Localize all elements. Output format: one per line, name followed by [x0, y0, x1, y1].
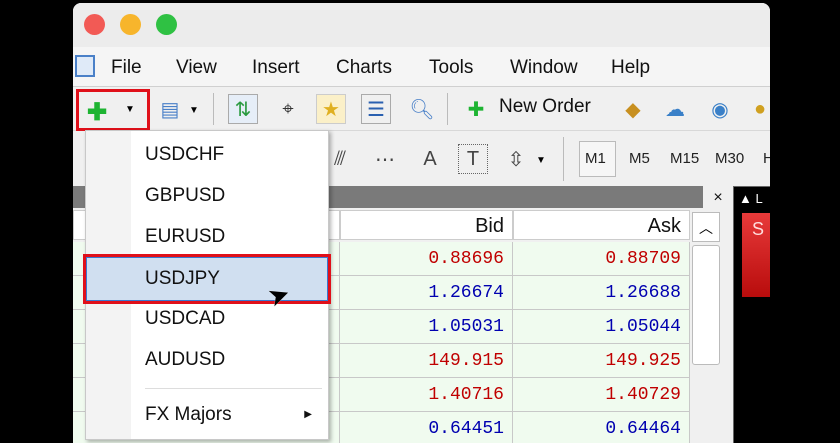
tf-h1[interactable]: H — [763, 150, 770, 167]
menu-item-usdchf[interactable]: USDCHF — [86, 134, 328, 175]
bid-cell: 1.40716 — [340, 378, 513, 412]
zoom-window-button[interactable] — [156, 14, 177, 35]
sell-button[interactable]: S — [742, 213, 770, 297]
bid-cell: 0.64451 — [340, 412, 513, 443]
chart-panel: ▲ L S — [733, 186, 770, 443]
new-chart-plus-icon: ✚ — [87, 99, 108, 126]
chevron-down-icon: ▼ — [189, 105, 199, 116]
sell-button-label: S — [752, 219, 765, 239]
market-watch-icon[interactable]: ⇅ — [228, 94, 258, 124]
menu-tools[interactable]: Tools — [429, 57, 473, 79]
navigator-icon[interactable]: ★ — [316, 94, 346, 124]
menu-item-gbpusd[interactable]: GBPUSD — [86, 175, 328, 216]
radio-icon[interactable]: ◉ — [705, 94, 735, 124]
bid-column-header[interactable]: Bid — [340, 210, 513, 240]
text-icon[interactable]: A — [415, 144, 445, 174]
close-window-button[interactable] — [84, 14, 105, 35]
scroll-up-button[interactable]: ︿ — [692, 212, 720, 242]
new-order-button[interactable]: New Order — [499, 96, 591, 118]
tf-m15[interactable]: M15 — [670, 150, 699, 167]
tf-m1[interactable]: M1 — [585, 150, 606, 167]
scrollbar[interactable]: ︿ — [692, 212, 720, 442]
ask-column-header[interactable]: Ask — [513, 210, 690, 240]
strategy-tester-icon[interactable]: 🔍︎ — [407, 94, 437, 124]
expert-advisors-icon[interactable]: ◆ — [618, 94, 648, 124]
menu-item-audusd[interactable]: AUDUSD — [86, 339, 328, 380]
new-chart-button[interactable]: ✚ ▼ — [76, 89, 150, 131]
terminal-icon[interactable]: ☰ — [361, 94, 391, 124]
submenu-arrow-icon: ▶ — [304, 409, 312, 420]
menu-item-eurusd[interactable]: EURUSD — [86, 216, 328, 257]
menu-bar: File View Insert Charts Tools Window Hel… — [73, 47, 770, 87]
menu-help[interactable]: Help — [611, 57, 650, 79]
menu-window[interactable]: Window — [510, 57, 578, 79]
new-order-icon: ✚ — [467, 98, 485, 121]
new-chart-dropdown: USDCHF GBPUSD EURUSD USDJPY USDCAD AUDUSD FX … — [83, 130, 331, 440]
text-label-icon[interactable]: T — [458, 144, 488, 174]
menu-insert[interactable]: Insert — [252, 57, 300, 79]
chart-title: ▲ L — [739, 191, 763, 206]
crosshair-icon[interactable]: ⌖ — [273, 94, 303, 124]
bid-cell: 0.88696 — [340, 242, 513, 276]
ask-cell: 1.05044 — [513, 310, 690, 344]
market-icon[interactable]: ● — [745, 94, 770, 124]
ask-cell: 1.26688 — [513, 276, 690, 310]
standard-toolbar: ✚ ▼ ▤ ▼ ⇅ ⌖ ★ ☰ 🔍︎ ✚ New Order ◆ ☁ ◉ ● — [73, 87, 770, 131]
ask-cell: 1.40729 — [513, 378, 690, 412]
menu-item-fx-majors[interactable]: FX Majors ▶ — [86, 394, 328, 435]
fibonacci-expansion-icon[interactable]: ⫻ — [325, 144, 355, 174]
close-icon[interactable]: × — [703, 186, 733, 210]
chart-label: L — [755, 191, 763, 206]
menu-item-usdjpy[interactable]: USDJPY — [83, 254, 331, 304]
arrows-icon[interactable]: ⇳ — [501, 144, 531, 174]
ask-cell: 0.64464 — [513, 412, 690, 443]
menu-charts[interactable]: Charts — [336, 57, 392, 79]
fx-majors-label: FX Majors — [145, 404, 232, 425]
menu-separator — [145, 388, 322, 389]
app-icon — [75, 55, 95, 77]
chevron-down-icon: ▼ — [125, 104, 135, 115]
scroll-thumb[interactable] — [692, 245, 720, 365]
bid-cell: 1.26674 — [340, 276, 513, 310]
tf-m5[interactable]: M5 — [629, 150, 650, 167]
ask-cell: 149.925 — [513, 344, 690, 378]
profiles-icon[interactable]: ▤ — [155, 94, 185, 124]
menu-file[interactable]: File — [111, 57, 142, 79]
minimize-window-button[interactable] — [120, 14, 141, 35]
menu-view[interactable]: View — [176, 57, 217, 79]
ask-cell: 0.88709 — [513, 242, 690, 276]
title-bar — [73, 3, 770, 47]
tf-m30[interactable]: M30 — [715, 150, 744, 167]
fibonacci-fan-icon[interactable]: ⋯ — [370, 144, 400, 174]
bid-cell: 1.05031 — [340, 310, 513, 344]
bid-cell: 149.915 — [340, 344, 513, 378]
signals-icon[interactable]: ☁ — [660, 94, 690, 124]
chevron-down-icon: ▼ — [536, 155, 546, 166]
